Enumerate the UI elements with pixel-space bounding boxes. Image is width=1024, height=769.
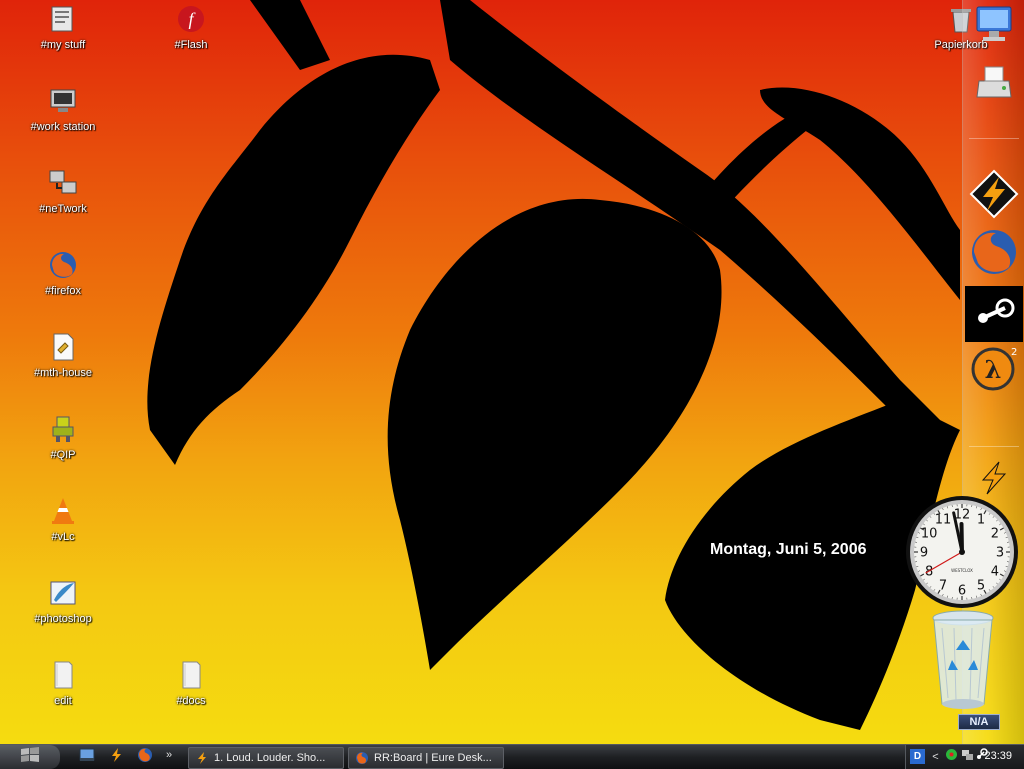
desktop-icon-qip[interactable]: #QIP <box>18 412 108 462</box>
steam-icon <box>969 292 1019 337</box>
firefox-icon <box>969 227 1019 282</box>
desktop-icon-my-stuff[interactable]: #my stuff <box>18 2 108 52</box>
desktop-icon-label: #neTwork <box>18 203 108 216</box>
clock-numeral: 4 <box>991 565 999 580</box>
workstation-icon <box>46 84 80 118</box>
leaf-silhouette-wallpaper <box>0 0 1024 744</box>
tray-icon-qip[interactable] <box>944 749 959 764</box>
dock-item-my-computer[interactable] <box>965 0 1023 56</box>
clock-numeral: 2 <box>991 527 999 542</box>
dock-separator <box>969 446 1019 447</box>
clock-numeral: 7 <box>939 578 947 593</box>
recycle-bin-status-badge: N/A <box>958 714 1000 730</box>
desktop-icon-label: #vLc <box>18 531 108 544</box>
svg-text:λ: λ <box>985 355 1002 384</box>
folder-icon <box>46 658 80 692</box>
tray-icon-network[interactable] <box>960 749 975 764</box>
clock-numeral: 3 <box>996 546 1004 561</box>
desktop-icon-flash[interactable]: f #Flash <box>146 2 236 52</box>
my-stuff-icon <box>46 2 80 36</box>
desktop-icon-label: #QIP <box>18 449 108 462</box>
dock-item-printer[interactable] <box>965 56 1023 112</box>
start-button[interactable] <box>0 745 60 769</box>
dock-item-winamp[interactable] <box>965 168 1023 224</box>
desktop-icon-network[interactable]: #neTwork <box>18 166 108 216</box>
taskbar: » 1. Loud. Louder. Sho... RR:Board | Eur… <box>0 744 1024 769</box>
system-tray: D < 23:39 <box>905 745 1024 769</box>
taskbar-button-label: RR:Board | Eure Desk... <box>374 752 492 764</box>
firefox-icon <box>137 747 153 768</box>
dock-item-half-life-2[interactable]: λ2 <box>965 342 1023 398</box>
analog-clock-widget[interactable]: 123456789101112 WESTCLOX <box>904 494 1020 610</box>
desktop-icon-label: #my stuff <box>18 39 108 52</box>
vlc-icon <box>46 494 80 528</box>
taskbar-button-firefox[interactable]: RR:Board | Eure Desk... <box>348 747 504 769</box>
quick-launch-winamp[interactable] <box>107 748 125 766</box>
firefox-icon <box>354 750 370 766</box>
clock-numeral: 11 <box>935 513 952 528</box>
show-desktop-icon <box>79 747 95 768</box>
clock-brand-label: WESTCLOX <box>951 568 973 573</box>
firefox-icon <box>46 248 80 282</box>
network-icon <box>46 166 80 200</box>
desktop-icon-photoshop[interactable]: #photoshop <box>18 576 108 626</box>
taskbar-button-winamp[interactable]: 1. Loud. Louder. Sho... <box>188 747 344 769</box>
chevron-left-icon: < <box>932 751 938 763</box>
winamp-icon <box>969 169 1019 224</box>
document-icon <box>46 330 80 364</box>
desktop-icon-label: #photoshop <box>18 613 108 626</box>
winamp-icon <box>108 747 124 768</box>
desktop-icon-mth-house[interactable]: #mth-house <box>18 330 108 380</box>
desktop-icon-label: #firefox <box>18 285 108 298</box>
quick-launch-more-button[interactable]: » <box>166 749 172 761</box>
folder-icon <box>174 658 208 692</box>
half-life-2-icon: λ2 <box>969 343 1019 398</box>
desktop-icon-edit[interactable]: edit <box>18 658 108 708</box>
quick-launch-show-desktop[interactable] <box>78 748 96 766</box>
desktop[interactable]: #my stuff #work station #neTwork #firefo… <box>0 0 1024 744</box>
svg-text:2: 2 <box>1011 347 1017 358</box>
date-widget: Montag, Juni 5, 2006 <box>710 541 866 559</box>
dock-separator <box>969 138 1019 139</box>
language-indicator[interactable]: D <box>910 749 925 764</box>
clock-numeral: 5 <box>977 578 985 593</box>
desktop-icon-docs[interactable]: #docs <box>146 658 236 708</box>
taskbar-button-label: 1. Loud. Louder. Sho... <box>214 752 325 764</box>
desktop-icon-vlc[interactable]: #vLc <box>18 494 108 544</box>
my-computer-icon <box>971 3 1017 54</box>
network-status-icon <box>961 748 974 766</box>
qip-flower-icon <box>945 748 958 766</box>
printer-icon <box>971 59 1017 110</box>
winamp-icon <box>194 750 210 766</box>
desktop-icon-label: #mth-house <box>18 367 108 380</box>
quick-launch-firefox[interactable] <box>136 748 154 766</box>
photoshop-icon <box>46 576 80 610</box>
desktop-icon-label: #Flash <box>146 39 236 52</box>
dock-item-firefox[interactable] <box>965 226 1023 282</box>
dock-item-steam[interactable] <box>965 286 1023 342</box>
desktop-icon-label: #docs <box>146 695 236 708</box>
clock-numeral: 10 <box>921 527 938 542</box>
qip-icon <box>46 412 80 446</box>
desktop-icon-label: #work station <box>18 121 108 134</box>
windows-logo-icon <box>19 746 41 769</box>
flash-icon: f <box>174 2 208 36</box>
desktop-icon-work-station[interactable]: #work station <box>18 84 108 134</box>
clock-numeral: 9 <box>920 546 928 561</box>
tray-expand-button[interactable]: < <box>928 749 943 764</box>
recycle-bin-widget[interactable] <box>928 608 998 712</box>
desktop-icon-label: edit <box>18 695 108 708</box>
tray-clock[interactable]: 23:39 <box>984 750 1012 762</box>
language-label: D <box>914 751 921 762</box>
clock-numeral: 1 <box>977 513 985 528</box>
desktop-icon-firefox[interactable]: #firefox <box>18 248 108 298</box>
